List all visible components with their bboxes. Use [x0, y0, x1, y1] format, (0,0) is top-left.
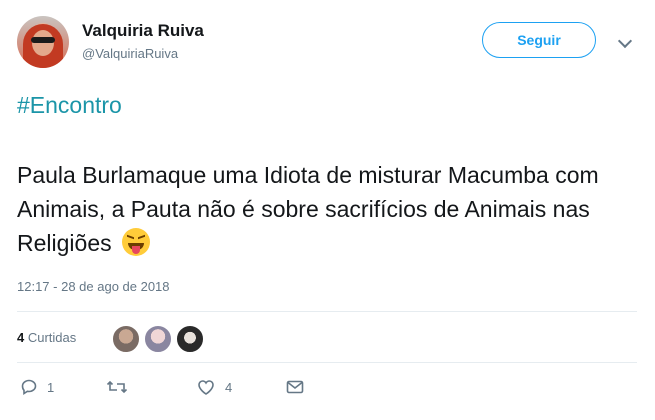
reply-icon [21, 379, 37, 395]
divider [17, 311, 637, 312]
avatar-sunglasses [31, 37, 55, 43]
chevron-down-icon[interactable] [617, 33, 633, 49]
likes-summary[interactable]: 4 Curtidas [17, 330, 76, 345]
likes-count: 4 [17, 330, 25, 345]
tweet-text: Paula Burlamaque uma Idiota de misturar … [17, 158, 637, 260]
heart-icon [198, 380, 214, 395]
like-button[interactable]: 4 [196, 378, 232, 396]
liker-avatar[interactable] [175, 324, 205, 354]
likes-label: Curtidas [27, 330, 77, 345]
tweet-timestamp[interactable]: 12:17 - 28 de ago de 2018 [17, 279, 170, 294]
envelope-icon [286, 380, 304, 394]
direct-message-button[interactable] [285, 378, 305, 396]
avatar-face [32, 30, 54, 56]
liker-avatar[interactable] [111, 324, 141, 354]
display-name[interactable]: Valquiria Ruiva [82, 21, 204, 41]
reply-count: 1 [47, 379, 55, 395]
liker-avatar[interactable] [143, 324, 173, 354]
hashtag-link[interactable]: #Encontro [17, 92, 122, 119]
retweet-icon [106, 380, 128, 394]
avatar[interactable] [17, 16, 69, 68]
retweet-button[interactable] [106, 378, 128, 396]
squinting-face-with-tongue-icon [122, 228, 150, 256]
tweet-body: Paula Burlamaque uma Idiota de misturar … [17, 162, 599, 256]
user-handle[interactable]: @ValquiriaRuiva [82, 46, 178, 61]
like-count: 4 [225, 379, 233, 395]
reply-button[interactable]: 1 [20, 378, 54, 396]
divider [17, 362, 637, 363]
follow-button[interactable]: Seguir [482, 22, 596, 58]
